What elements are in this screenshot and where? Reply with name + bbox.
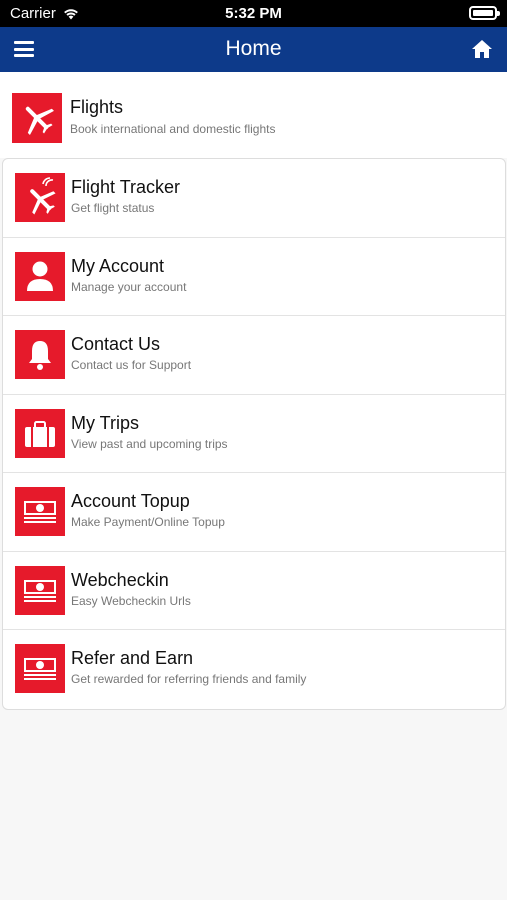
flight-tracker-icon bbox=[15, 173, 65, 222]
menu-item-label: Flight Tracker bbox=[71, 177, 181, 197]
home-icon[interactable] bbox=[471, 39, 493, 59]
menu-item-flight-tracker[interactable]: Flight Tracker Get flight status bbox=[3, 159, 505, 238]
menu-item-account-topup[interactable]: Account Topup Make Payment/Online Topup bbox=[3, 473, 505, 552]
menu-item-label: Flights bbox=[70, 97, 124, 117]
menu-item-subtitle: Make Payment/Online Topup bbox=[71, 515, 225, 529]
menu-item-label: Contact Us bbox=[71, 334, 161, 354]
money-icon bbox=[15, 487, 65, 536]
top-bar: Carrier 5:32 PM Home bbox=[0, 0, 507, 72]
user-icon bbox=[15, 251, 65, 301]
menu-item-flights[interactable]: Flights Book international and domestic … bbox=[0, 72, 507, 158]
menu-item-subtitle: View past and upcoming trips bbox=[71, 436, 228, 451]
menu-item-subtitle: Get rewarded for referring friends and f… bbox=[71, 672, 307, 686]
menu-item-subtitle: Book international and domestic flights bbox=[70, 122, 276, 136]
menu-item-webcheckin[interactable]: Webcheckin Easy Webcheckin Urls bbox=[3, 552, 505, 630]
nav-bar: Home bbox=[0, 27, 507, 72]
menu-list: Flight Tracker Get flight status My Acco… bbox=[2, 158, 506, 710]
battery-icon bbox=[469, 6, 500, 20]
menu-item-label: My Account bbox=[71, 255, 165, 276]
clock: 5:32 PM bbox=[225, 5, 282, 22]
bell-icon bbox=[15, 330, 65, 379]
menu-item-subtitle: Easy Webcheckin Urls bbox=[71, 593, 191, 608]
menu-item-refer-and-earn[interactable]: Refer and Earn Get rewarded for referrin… bbox=[3, 630, 505, 709]
money-icon bbox=[15, 644, 65, 693]
menu-item-subtitle: Contact us for Support bbox=[71, 358, 192, 372]
menu-item-subtitle: Manage your account bbox=[71, 279, 187, 294]
page-title: Home bbox=[225, 37, 282, 60]
money-icon bbox=[15, 565, 65, 615]
briefcase-icon bbox=[15, 408, 65, 458]
menu-item-subtitle: Get flight status bbox=[71, 201, 155, 215]
menu-item-my-account[interactable]: My Account Manage your account bbox=[3, 238, 505, 316]
menu-item-my-trips[interactable]: My Trips View past and upcoming trips bbox=[3, 395, 505, 473]
menu-item-contact-us[interactable]: Contact Us Contact us for Support bbox=[3, 316, 505, 395]
menu-item-label: My Trips bbox=[71, 412, 140, 433]
menu-item-label: Refer and Earn bbox=[71, 648, 194, 668]
menu-item-label: Account Topup bbox=[71, 491, 190, 511]
airplane-icon bbox=[12, 93, 62, 143]
menu-item-label: Webcheckin bbox=[71, 569, 169, 590]
status-bar: Carrier 5:32 PM bbox=[0, 0, 507, 27]
